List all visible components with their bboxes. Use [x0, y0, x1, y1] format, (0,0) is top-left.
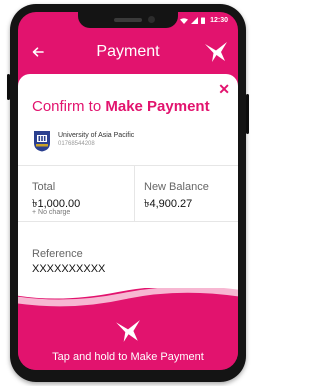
- status-time: 12:30: [210, 17, 228, 24]
- speaker-grille: [114, 18, 142, 22]
- charge-note: + No charge: [32, 209, 71, 216]
- volume-button: [7, 74, 10, 100]
- merchant-number: 01768544208: [58, 141, 95, 147]
- battery-icon: [201, 17, 206, 24]
- new-balance-value: ৳4,900.27: [144, 198, 193, 210]
- merchant-name: University of Asia Pacific: [58, 132, 135, 139]
- tap-and-hold-label: Tap and hold to Make Payment: [52, 351, 204, 363]
- divider: [18, 221, 238, 222]
- divider: [18, 165, 238, 166]
- confirm-dialog: ✕ Confirm to Make Payment University of …: [18, 74, 238, 288]
- new-balance-label: New Balance: [144, 181, 209, 193]
- bkash-bird-logo-icon: [205, 42, 227, 62]
- phone-frame: 12:30 Payment ✕ Confirm to Make Payment: [7, 4, 249, 382]
- total-label: Total: [32, 181, 56, 193]
- dialog-title-emphasis: Make Payment: [105, 98, 210, 115]
- merchant-info: University of Asia Pacific 01768544208: [32, 128, 232, 156]
- reference-label: Reference: [32, 248, 83, 260]
- reference-value: XXXXXXXXXX: [32, 263, 106, 275]
- tap-and-hold-button[interactable]: Tap and hold to Make Payment: [18, 288, 238, 370]
- status-bar: 12:30: [18, 12, 238, 32]
- divider: [134, 165, 135, 221]
- app-header: Payment: [18, 34, 238, 70]
- wifi-icon: [180, 17, 189, 24]
- power-button: [246, 94, 249, 134]
- status-icons: 12:30: [180, 17, 228, 24]
- signal-icon: [191, 17, 199, 24]
- dialog-title-prefix: Confirm to: [32, 98, 106, 115]
- camera-icon: [148, 16, 155, 23]
- bkash-bird-icon: [116, 320, 140, 342]
- swoosh-decoration: [18, 288, 238, 307]
- university-crest-icon: [34, 131, 50, 152]
- notch: [78, 12, 178, 28]
- dialog-title: Confirm to Make Payment: [32, 98, 210, 115]
- close-icon[interactable]: ✕: [218, 82, 230, 96]
- phone-screen: 12:30 Payment ✕ Confirm to Make Payment: [18, 12, 238, 370]
